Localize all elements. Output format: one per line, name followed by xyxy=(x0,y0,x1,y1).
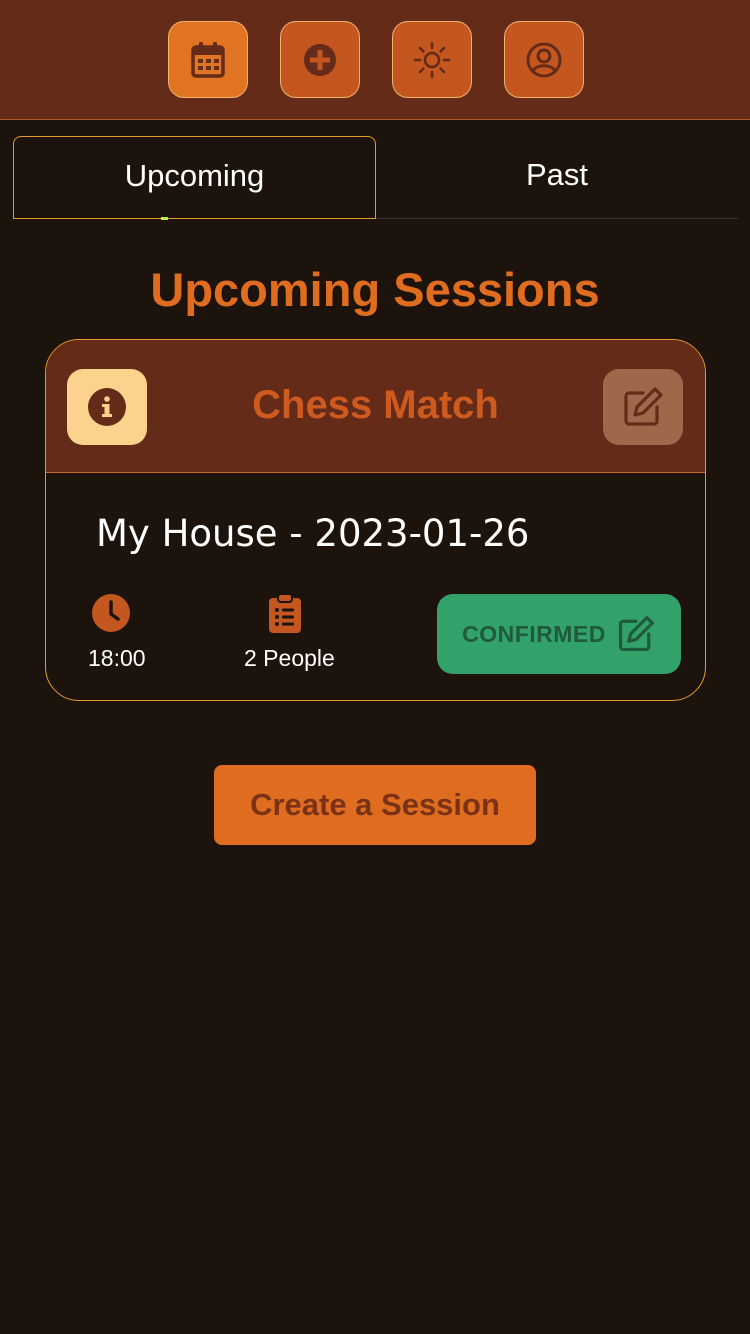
tab-upcoming[interactable]: Upcoming xyxy=(13,136,376,220)
edit-icon xyxy=(618,616,654,652)
session-card: Chess Match My House - 2023-01-26 18:00 … xyxy=(45,339,706,701)
session-location-date: My House - 2023-01-26 xyxy=(96,512,530,555)
tab-past-label: Past xyxy=(525,157,589,192)
status-label: CONFIRMED xyxy=(462,620,606,647)
tab-upcoming-label: Upcoming xyxy=(124,157,265,193)
top-nav-bar xyxy=(0,0,750,120)
session-time: 18:00 xyxy=(88,645,146,671)
section-title: Upcoming Sessions xyxy=(150,263,600,316)
profile-nav-button[interactable] xyxy=(504,21,584,98)
tab-past[interactable]: Past xyxy=(376,136,738,219)
calendar-nav-button[interactable] xyxy=(168,21,248,98)
plus-circle-icon xyxy=(304,43,336,76)
theme-nav-button[interactable] xyxy=(392,21,472,98)
status-confirmed-button[interactable]: CONFIRMED xyxy=(437,594,681,674)
edit-session-button[interactable] xyxy=(603,369,683,445)
clipboard-list-icon xyxy=(269,593,301,633)
edit-icon xyxy=(624,387,663,426)
tab-active-marker xyxy=(161,217,168,220)
user-circle-icon xyxy=(526,42,562,77)
sun-icon xyxy=(413,41,451,78)
calendar-icon xyxy=(191,41,225,78)
session-card-header: Chess Match xyxy=(46,340,705,473)
create-session-button[interactable]: Create a Session xyxy=(214,765,536,845)
clock-icon xyxy=(92,594,130,632)
add-nav-button[interactable] xyxy=(280,21,360,98)
session-people: 2 People xyxy=(244,645,335,671)
